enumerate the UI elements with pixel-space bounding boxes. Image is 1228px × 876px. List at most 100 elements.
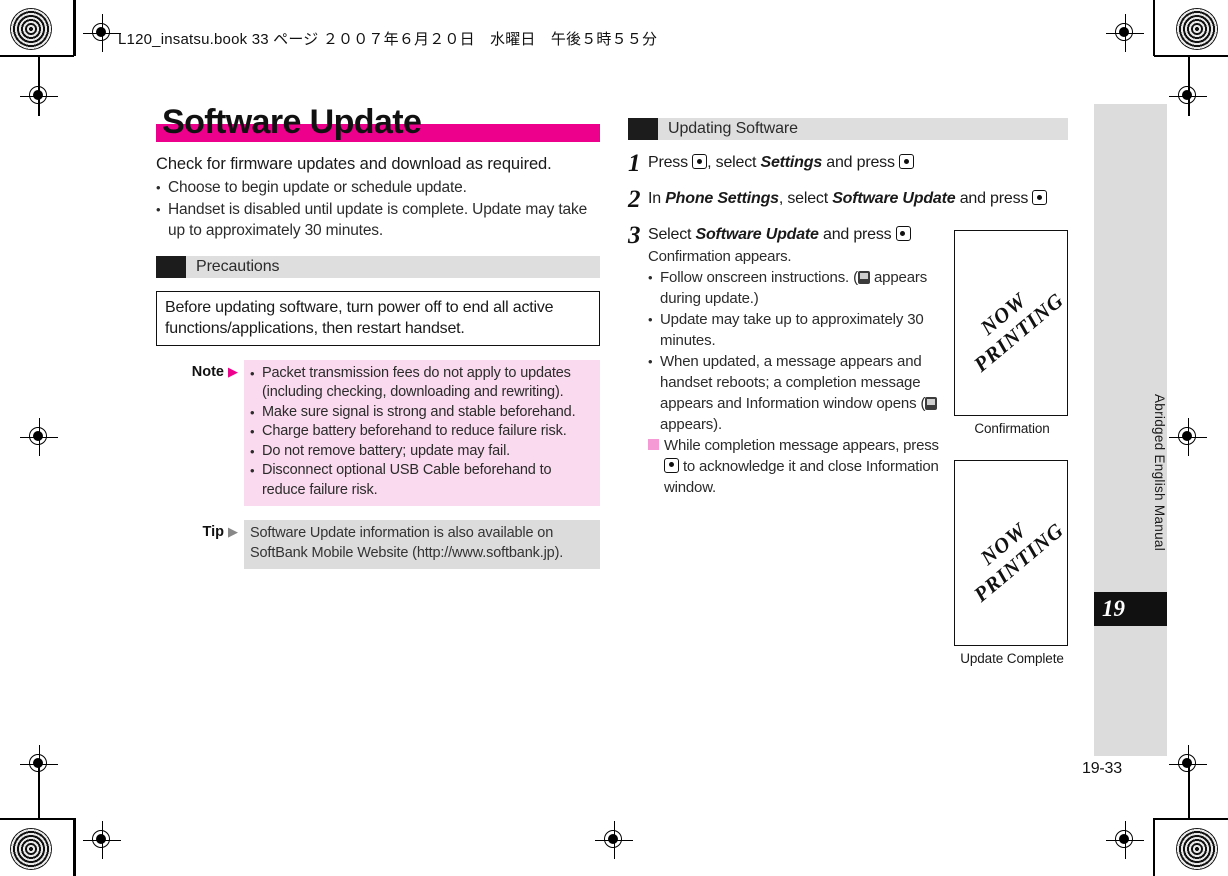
figure-placeholder-box: NOW PRINTING (954, 230, 1068, 416)
bullet-text-post: appears). (660, 415, 723, 433)
registration-target-right-upper (1169, 77, 1207, 115)
step-text: Select Software Update and press Confirm… (648, 224, 946, 498)
chapter-tab-strip: Abridged English Manual 19 (1094, 104, 1167, 756)
registration-target-right-lower (1169, 745, 1207, 783)
list-item: Packet transmission fees do not apply to… (250, 364, 594, 403)
starburst-target-bottom-left (10, 828, 52, 870)
intro-bullet-list: Choose to begin update or schedule updat… (156, 177, 600, 242)
registration-target-left-middle (20, 418, 58, 456)
figure-caption: Confirmation (974, 421, 1050, 436)
step-number: 3 (628, 222, 641, 249)
section-header-label: Updating Software (668, 120, 798, 137)
trim-line-top-horizontal (0, 55, 74, 57)
list-item: Choose to begin update or schedule updat… (156, 177, 600, 199)
registration-target-top-center-left (20, 77, 58, 115)
list-item: Do not remove battery; update may fail. (250, 442, 594, 462)
page-title: Software Update (162, 103, 422, 141)
note-label: Note (191, 363, 224, 380)
figure-caption: Update Complete (960, 651, 1064, 666)
page-title-block: Software Update (156, 103, 600, 150)
step-emphasis: Software Update (695, 226, 819, 243)
step-text-post: and press (822, 154, 899, 171)
sub-note-text-post: to acknowledge it and close Information … (664, 457, 939, 496)
step-emphasis: Settings (760, 154, 823, 171)
now-printing-text: NOW PRINTING (969, 517, 1068, 607)
center-key-icon (895, 226, 911, 241)
book-info-line: L120_insatsu.book 33 ページ ２００７年６月２０日 水曜日 … (118, 31, 658, 48)
trim-line-bottom-right-horizontal (1154, 818, 1228, 820)
starburst-target-top-right (1176, 8, 1218, 50)
step-text-pre: Press (648, 154, 693, 171)
bullet-text-pre: When updated, a message appears and hand… (660, 352, 926, 412)
section-chip-icon (628, 118, 658, 140)
step-number: 1 (628, 150, 641, 177)
list-item: Disconnect optional USB Cable beforehand… (250, 461, 594, 500)
step-bullet-list: Follow onscreen instructions. ( appears … (648, 267, 946, 435)
information-window-icon (925, 396, 938, 410)
trim-line-right-vertical (1153, 0, 1155, 56)
registration-target-bottom-center (595, 821, 633, 859)
step-3: 3 Select Software Update and press Confi… (628, 222, 946, 498)
left-column: Software Update Check for firmware updat… (156, 103, 600, 569)
center-key-icon (664, 457, 679, 473)
list-item: When updated, a message appears and hand… (648, 351, 946, 435)
intro-lead-text: Check for firmware updates and download … (156, 155, 552, 173)
step-text-mid: , select (707, 154, 761, 171)
registration-target-right-middle (1169, 418, 1207, 456)
step-emphasis-1: Phone Settings (665, 190, 779, 207)
figure-column: NOW PRINTING Confirmation NOW PRINTING U… (954, 124, 1070, 666)
list-item: Update may take up to approximately 30 m… (648, 309, 946, 351)
tip-row: Tip ▶ Software Update information is als… (156, 520, 600, 569)
list-item: Make sure signal is strong and stable be… (250, 403, 594, 423)
starburst-target-bottom-right (1176, 828, 1218, 870)
list-item: Follow onscreen instructions. ( appears … (648, 267, 946, 309)
center-key-icon (692, 154, 708, 169)
trim-line-top-right-horizontal (1154, 55, 1228, 57)
section-header-precautions: Precautions (156, 255, 600, 278)
section-header-label: Precautions (196, 257, 280, 275)
pink-square-bullet-icon (648, 438, 659, 450)
bullet-text-pre: Update may take up to approximately 30 m… (660, 310, 924, 349)
page-canvas: L120_insatsu.book 33 ページ ２００７年６月２０日 水曜日 … (0, 0, 1228, 876)
figure-placeholder-box: NOW PRINTING (954, 460, 1068, 646)
section-chip-icon (156, 255, 186, 278)
tip-body: Software Update information is also avai… (244, 520, 600, 569)
note-bullet-list: Packet transmission fees do not apply to… (250, 364, 594, 501)
starburst-target-top-left (10, 8, 52, 50)
bullet-text-pre: Follow onscreen instructions. ( (660, 268, 858, 286)
list-item: Charge battery beforehand to reduce fail… (250, 422, 594, 442)
registration-target-bottom-right (1106, 821, 1144, 859)
trim-line-bottom-left-vertical (74, 818, 76, 876)
figure-confirmation: NOW PRINTING Confirmation (954, 230, 1070, 436)
step-text-pre: In (648, 190, 666, 207)
update-device-icon (857, 270, 870, 284)
step-sub-note: While completion message appears, press … (648, 435, 946, 498)
trim-line-bottom-horizontal (0, 818, 74, 820)
step-number: 2 (628, 186, 641, 213)
step-emphasis-2: Software Update (832, 190, 956, 207)
registration-target-top-left (83, 14, 121, 52)
list-item: Handset is disabled until update is comp… (156, 199, 600, 242)
center-key-icon (899, 154, 914, 169)
step-text-mid: , select (778, 190, 833, 207)
manual-title-vertical: Abridged English Manual (1152, 394, 1167, 551)
note-arrow-icon: ▶ (228, 363, 238, 379)
figure-update-complete: NOW PRINTING Update Complete (954, 460, 1070, 666)
step-result-text: Confirmation appears. (648, 247, 792, 265)
trim-line-bottom-right-vertical (1153, 818, 1155, 876)
note-body: Packet transmission fees do not apply to… (244, 359, 600, 506)
chapter-number-badge: 19 (1094, 592, 1167, 626)
step-text-pre: Select (648, 226, 696, 243)
registration-target-left-lower (20, 745, 58, 783)
note-row: Note ▶ Packet transmission fees do not a… (156, 359, 600, 506)
tip-text: Software Update information is also avai… (250, 525, 564, 561)
trim-line-left-vertical (74, 0, 76, 56)
now-printing-text: NOW PRINTING (969, 287, 1068, 377)
step-text-post: and press (818, 226, 896, 243)
sub-note-text-pre: While completion message appears, press (664, 436, 939, 454)
precaution-framed-box: Before updating software, turn power off… (156, 290, 600, 346)
registration-target-bottom-left (83, 821, 121, 859)
page-number: 19-33 (1082, 760, 1122, 777)
tip-label: Tip (202, 524, 224, 540)
tip-arrow-icon: ▶ (228, 524, 238, 539)
